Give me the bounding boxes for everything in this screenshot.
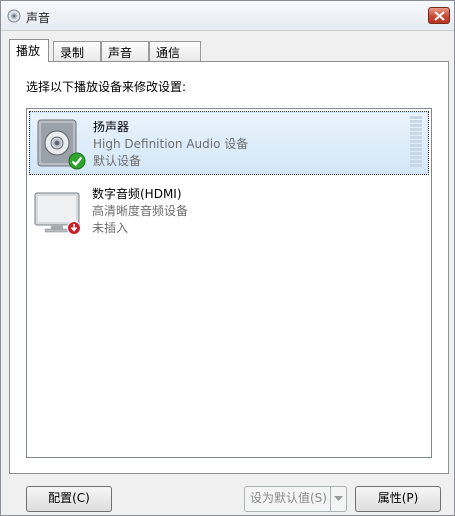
device-status: 默认设备 [93,154,142,168]
tab-label: 通信 [156,46,181,60]
device-description: 高清晰度音频设备 [92,204,189,218]
device-name: 数字音频(HDMI) [92,187,182,201]
tab-label: 录制 [60,46,85,60]
tab-label: 播放 [16,44,41,58]
device-list[interactable]: 扬声器 High Definition Audio 设备 默认设备 数字音频(H… [26,108,432,458]
configure-button[interactable]: 配置(C) [26,486,112,512]
set-default-dropdown[interactable] [330,487,346,511]
instruction-text: 选择以下播放设备来修改设置: [26,80,187,94]
speaker-icon [7,9,21,23]
properties-button-label: 属性(P) [377,491,419,505]
properties-button[interactable]: 属性(P) [355,486,441,512]
close-button[interactable] [428,7,450,24]
default-device-badge [68,152,86,170]
window-title: 声音 [26,11,51,25]
tab-sounds[interactable]: 声音 [101,41,149,61]
tab-playback[interactable]: 播放 [9,39,49,62]
green-check-icon [68,152,86,170]
tab-communications[interactable]: 通信 [149,41,201,61]
unplugged-badge [67,221,81,235]
playback-panel: 选择以下播放设备来修改设置: 扬声器 High Definition Audio… [9,61,449,474]
title-bar[interactable]: 声音 [1,1,454,31]
device-speaker[interactable]: 扬声器 High Definition Audio 设备 默认设备 [29,111,429,175]
set-default-button[interactable]: 设为默认值(S) [244,486,347,512]
close-icon [434,11,445,21]
tab-recording[interactable]: 录制 [53,41,101,61]
set-default-button-label: 设为默认值(S) [250,491,327,505]
device-name: 扬声器 [93,120,130,134]
volume-level-meter [410,116,424,170]
tab-label: 声音 [108,46,133,60]
sound-dialog: 声音 播放 录制 声音 通信 选择以下播放设备来修改设置: 扬声器 High D… [0,0,455,516]
red-unplugged-icon [67,221,81,235]
configure-button-label: 配置(C) [48,491,90,505]
device-status: 未插入 [92,221,129,235]
chevron-down-icon [334,496,343,501]
device-hdmi[interactable]: 数字音频(HDMI) 高清晰度音频设备 未插入 [29,179,429,243]
tab-strip: 播放 录制 声音 通信 [9,39,449,62]
device-description: High Definition Audio 设备 [93,137,249,151]
